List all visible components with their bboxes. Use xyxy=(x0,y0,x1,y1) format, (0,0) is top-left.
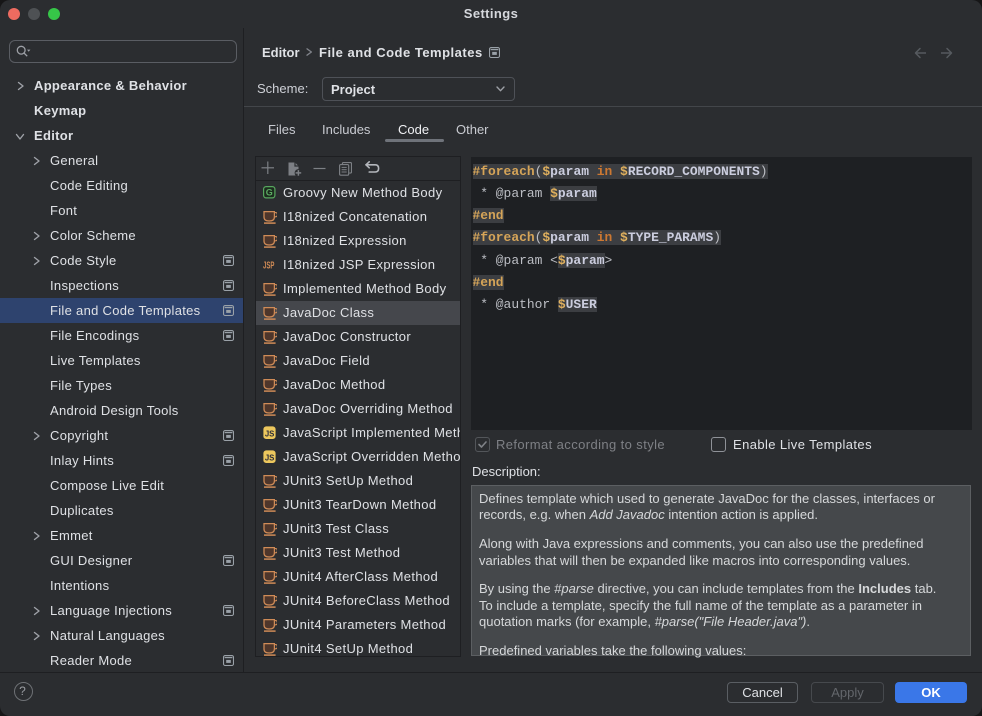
svg-text:JS: JS xyxy=(265,429,275,438)
svg-text:G: G xyxy=(266,188,273,198)
svg-text:JS: JS xyxy=(265,453,275,462)
svg-text:JSP: JSP xyxy=(263,259,275,271)
